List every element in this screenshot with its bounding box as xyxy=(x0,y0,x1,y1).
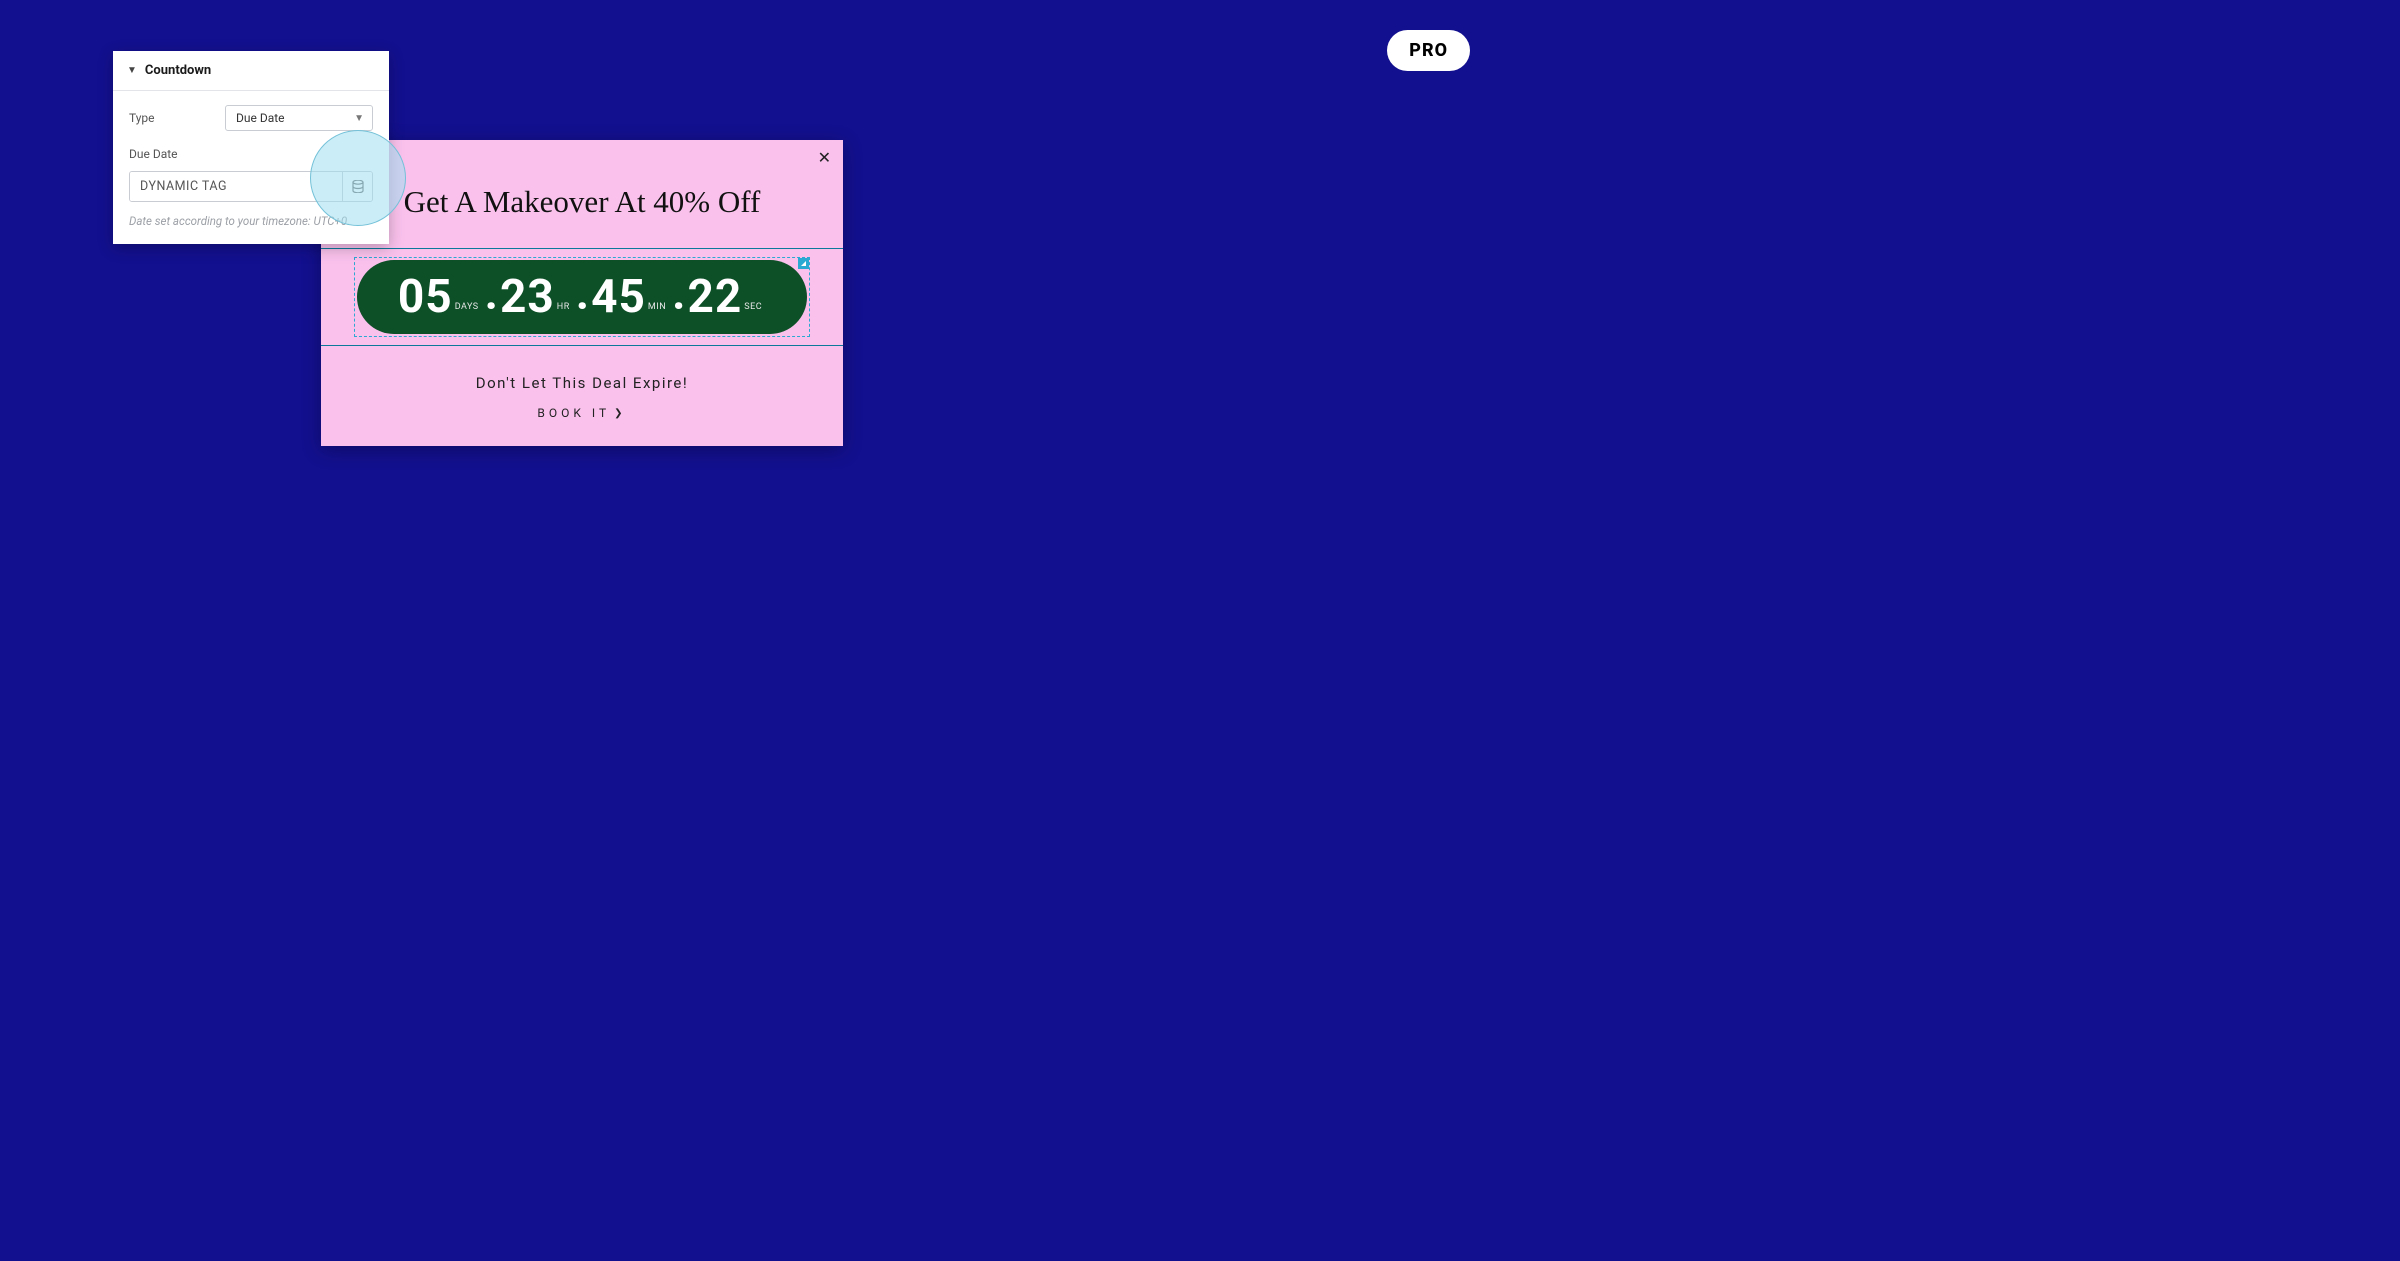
selection-outline: 05 DAYS . 23 HR . 45 MIN . 22 SEC xyxy=(354,257,810,337)
countdown-hours-value: 23 xyxy=(500,274,555,320)
type-label: Type xyxy=(129,111,155,125)
countdown-days-label: DAYS xyxy=(455,302,479,312)
countdown-seconds-label: SEC xyxy=(744,302,762,312)
countdown-seconds-value: 22 xyxy=(687,274,742,320)
countdown-section-selected[interactable]: 05 DAYS . 23 HR . 45 MIN . 22 SEC xyxy=(321,248,843,346)
popup-subtitle: Don't Let This Deal Expire! xyxy=(321,346,843,406)
countdown-settings-panel: ▼ Countdown Type Due Date ▼ Due Date Dat… xyxy=(113,51,389,244)
countdown-separator: . xyxy=(672,271,685,317)
countdown-widget: 05 DAYS . 23 HR . 45 MIN . 22 SEC xyxy=(357,260,807,334)
countdown-minutes-label: MIN xyxy=(648,302,666,312)
dynamic-tag-button[interactable] xyxy=(342,172,372,201)
due-date-label: Due Date xyxy=(129,147,373,161)
popup-preview: ✕ Get A Makeover At 40% Off 05 DAYS . 23… xyxy=(321,140,843,446)
countdown-hours-label: HR xyxy=(557,302,570,312)
edit-handle-icon[interactable] xyxy=(798,258,809,269)
database-icon xyxy=(352,180,364,193)
countdown-separator: . xyxy=(576,271,589,317)
due-date-input[interactable] xyxy=(130,172,342,201)
countdown-separator: . xyxy=(485,271,498,317)
timezone-note: Date set according to your timezone: UTC… xyxy=(129,214,373,228)
type-selected-value: Due Date xyxy=(236,111,285,125)
type-select[interactable]: Due Date ▼ xyxy=(225,105,373,131)
book-it-link[interactable]: BOOK IT ❯ xyxy=(321,406,843,446)
panel-title: Countdown xyxy=(145,63,211,78)
countdown-days-value: 05 xyxy=(398,274,453,320)
popup-title: Get A Makeover At 40% Off xyxy=(321,140,843,248)
countdown-minutes-value: 45 xyxy=(591,274,646,320)
close-icon[interactable]: ✕ xyxy=(818,150,831,166)
cta-label: BOOK IT xyxy=(537,406,610,420)
pro-badge: PRO xyxy=(1387,30,1470,71)
chevron-down-icon: ▼ xyxy=(354,113,364,124)
panel-header[interactable]: ▼ Countdown xyxy=(113,51,389,91)
chevron-right-icon: ❯ xyxy=(614,408,626,419)
caret-down-icon: ▼ xyxy=(127,65,137,76)
due-date-field-wrap xyxy=(129,171,373,202)
